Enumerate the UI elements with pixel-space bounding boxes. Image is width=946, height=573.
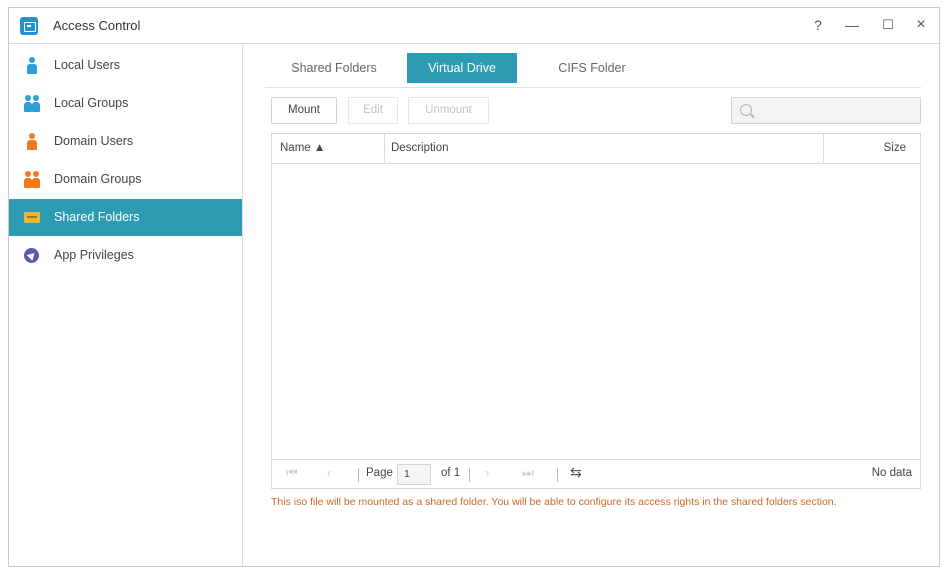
mount-button[interactable]: Mount	[271, 97, 337, 124]
sidebar-item-domain-groups[interactable]: Domain Groups	[9, 161, 242, 198]
sidebar-item-label: App Privileges	[54, 248, 134, 262]
page-count-label: of 1	[441, 467, 461, 479]
folder-icon	[24, 209, 40, 226]
virtual-drive-table: Name ▲ Description Size	[271, 133, 921, 489]
page-number-input[interactable]: 1	[397, 464, 431, 485]
pager-divider	[358, 468, 359, 482]
user-icon	[24, 133, 40, 150]
sidebar-item-label: Local Groups	[54, 96, 129, 110]
unmount-button[interactable]: Unmount	[408, 97, 489, 124]
help-icon[interactable]: ?	[807, 15, 829, 35]
tab-virtual-drive[interactable]: Virtual Drive	[407, 53, 517, 83]
maximize-icon[interactable]: ☐	[877, 15, 899, 35]
toolbar: Mount Edit Unmount	[271, 97, 921, 125]
sidebar-item-shared-folders[interactable]: Shared Folders	[9, 199, 242, 236]
sidebar-item-domain-users[interactable]: Domain Users	[9, 123, 242, 160]
page-label: Page	[366, 467, 393, 479]
edit-button[interactable]: Edit	[348, 97, 398, 124]
sidebar-item-label: Domain Groups	[54, 172, 142, 186]
mount-info-note: This iso file will be mounted as a share…	[271, 496, 837, 508]
group-icon	[24, 171, 40, 188]
sidebar-item-local-groups[interactable]: Local Groups	[9, 85, 242, 122]
user-icon	[24, 57, 40, 74]
table-header: Name ▲ Description Size	[272, 134, 920, 164]
close-icon[interactable]: ×	[910, 15, 932, 35]
sidebar-item-local-users[interactable]: Local Users	[9, 47, 242, 84]
sidebar: Local Users Local Groups Domain Users Do…	[9, 45, 243, 566]
group-icon	[24, 95, 40, 112]
sidebar-item-label: Domain Users	[54, 134, 134, 148]
tab-bar: Shared Folders Virtual Drive CIFS Folder	[265, 53, 921, 88]
first-page-icon[interactable]: ⏮	[286, 465, 298, 481]
sidebar-item-label: Shared Folders	[54, 210, 140, 224]
tab-shared-folders[interactable]: Shared Folders	[279, 53, 389, 83]
search-box[interactable]	[731, 97, 921, 124]
pager-divider	[469, 468, 470, 482]
title-bar: Access Control ? — ☐ ×	[9, 8, 939, 44]
main-panel: Shared Folders Virtual Drive CIFS Folder…	[255, 45, 931, 566]
column-header-description[interactable]: Description	[385, 134, 824, 163]
app-privileges-icon	[24, 247, 40, 264]
column-header-size[interactable]: Size	[824, 134, 920, 163]
search-input[interactable]	[758, 101, 916, 120]
access-control-app-icon	[20, 17, 38, 35]
tab-cifs-folder[interactable]: CIFS Folder	[543, 53, 641, 83]
column-header-name[interactable]: Name ▲	[272, 134, 385, 163]
previous-page-icon[interactable]: ‹	[327, 465, 331, 480]
sidebar-item-label: Local Users	[54, 58, 120, 72]
pager-status: No data	[871, 467, 912, 479]
sidebar-item-app-privileges[interactable]: App Privileges	[9, 237, 242, 274]
pager-divider	[557, 468, 558, 482]
pagination-bar: ⏮ ‹ Page 1 of 1 › ⏭ ⇆ No data	[271, 459, 921, 489]
minimize-icon[interactable]: —	[841, 15, 863, 35]
window-title: Access Control	[53, 18, 141, 33]
last-page-icon[interactable]: ⏭	[522, 465, 534, 481]
refresh-icon[interactable]: ⇆	[570, 464, 582, 481]
next-page-icon[interactable]: ›	[485, 465, 489, 480]
access-control-window: Access Control ? — ☐ × Local Users Local…	[8, 7, 940, 567]
search-icon	[740, 104, 752, 116]
